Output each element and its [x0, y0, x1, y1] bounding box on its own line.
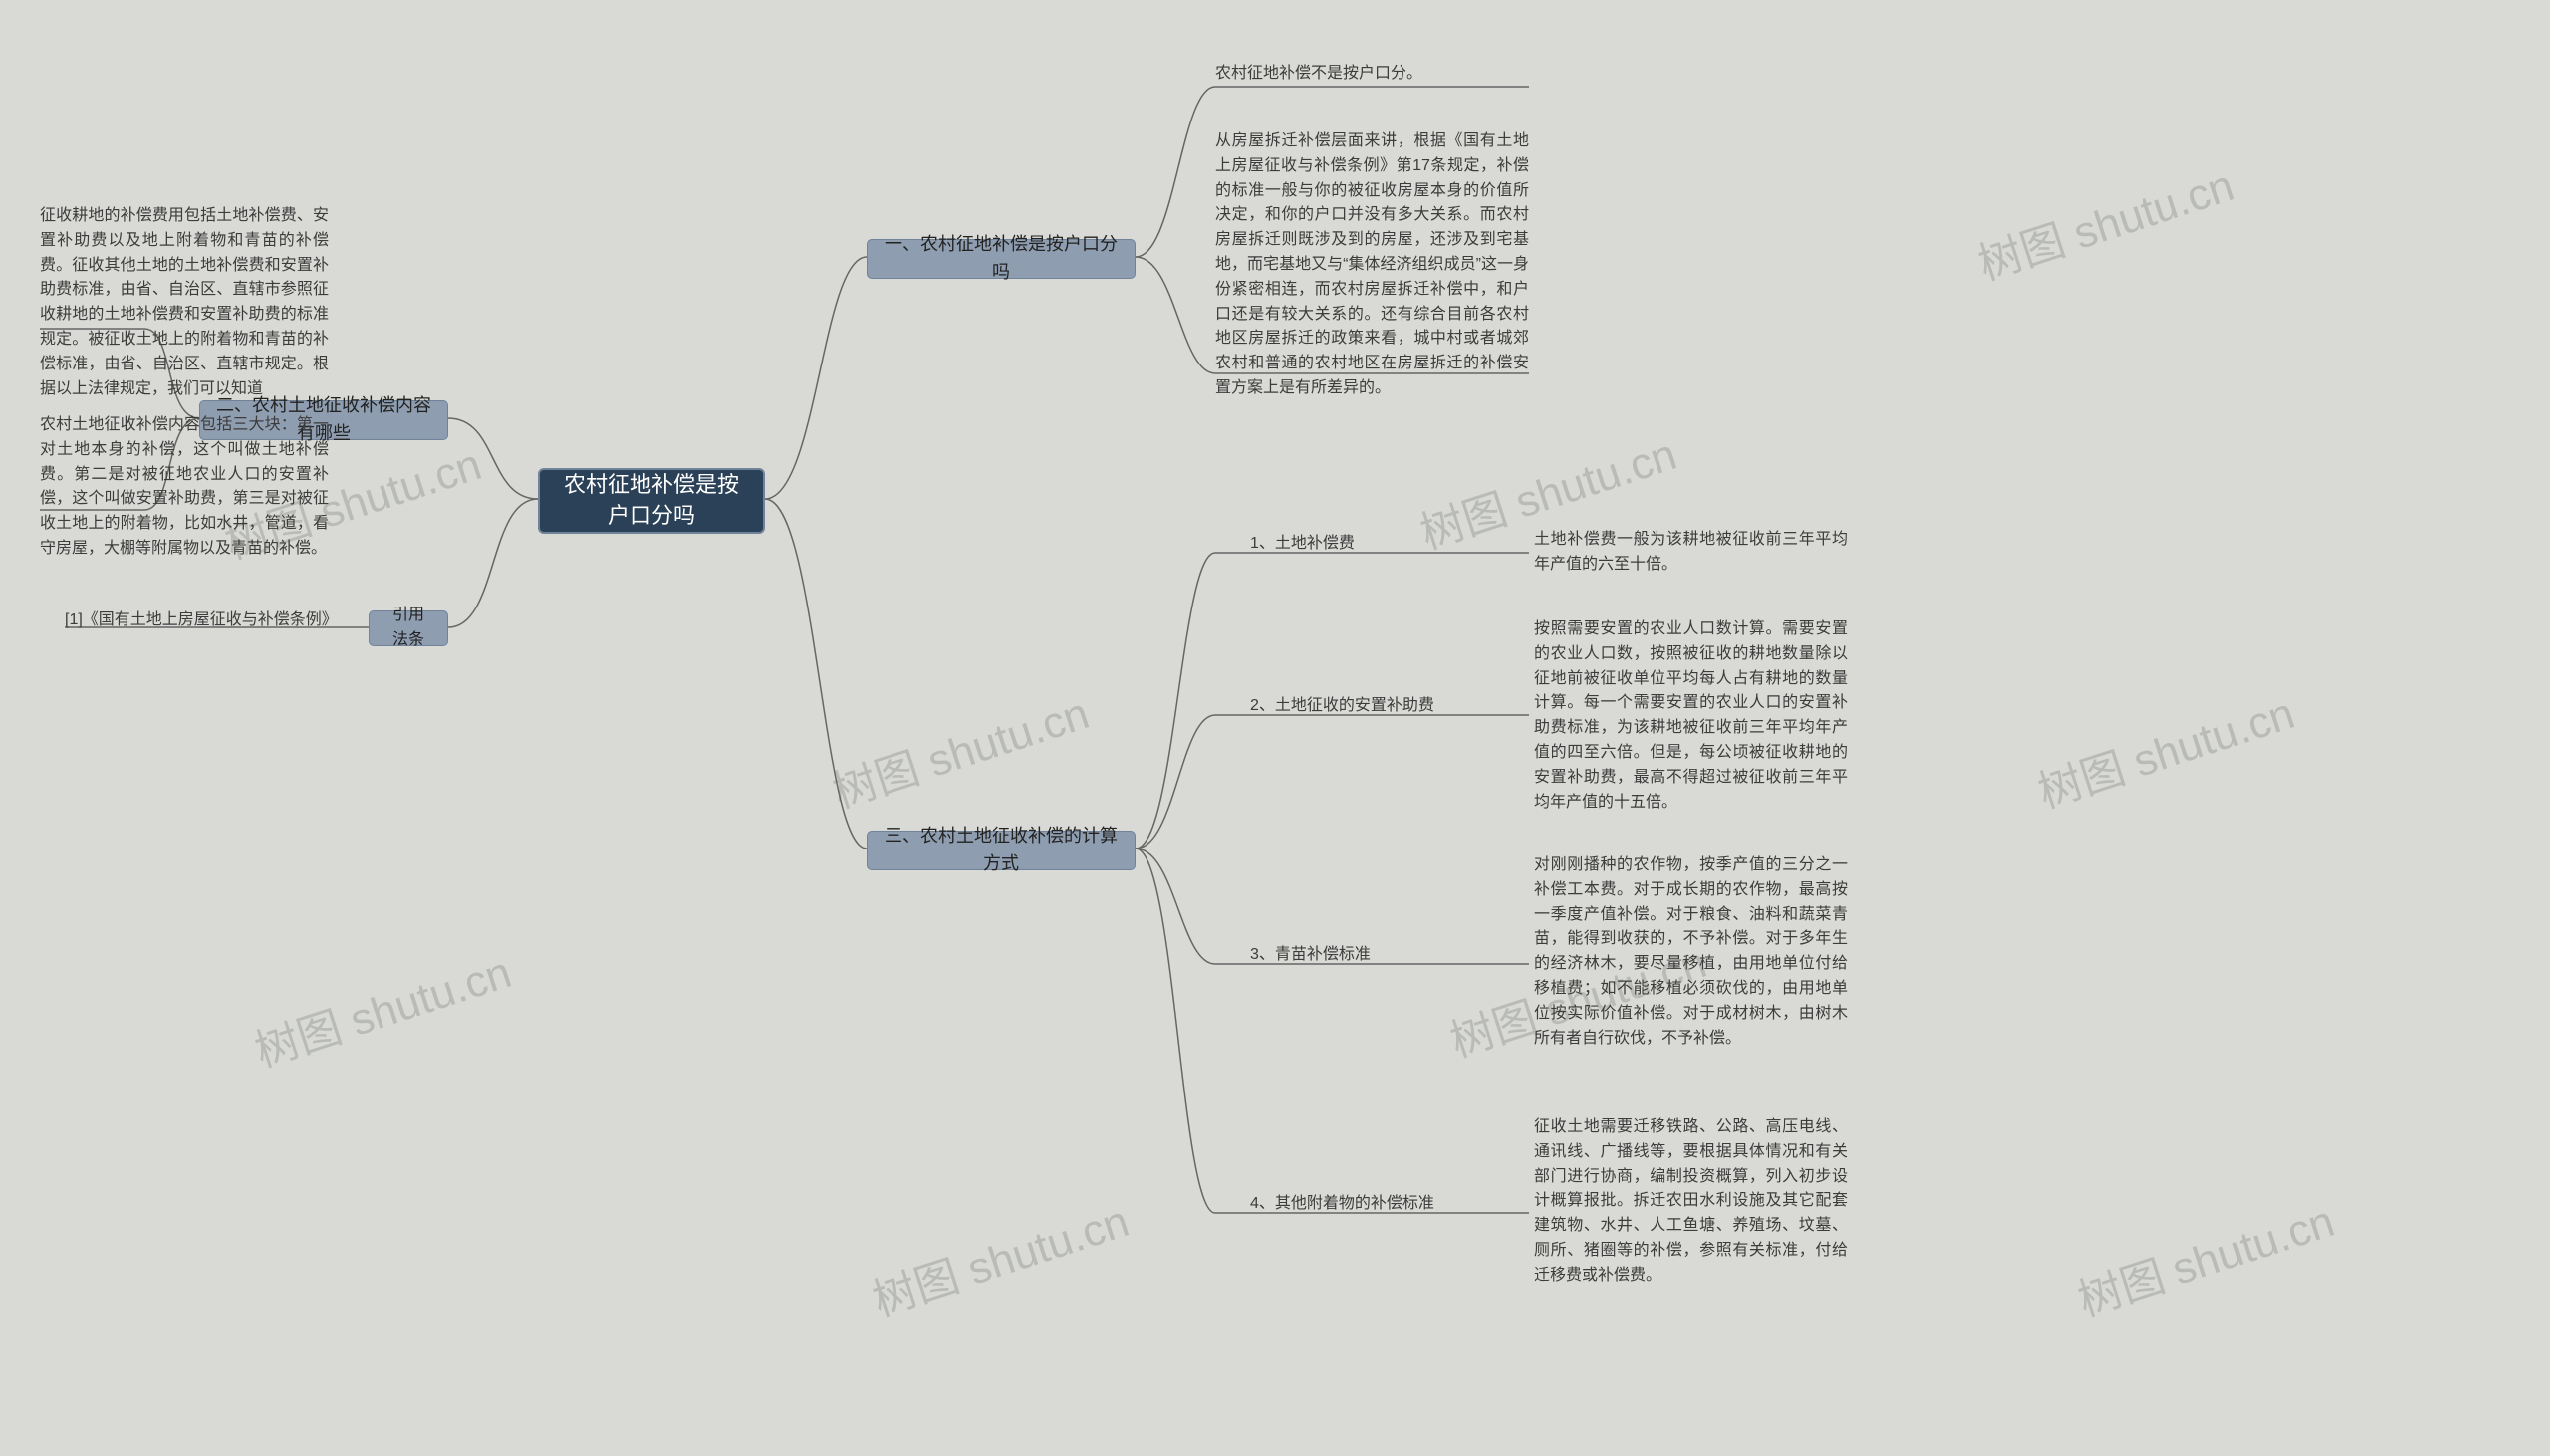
watermark: 树图 shutu.cn	[864, 1185, 1136, 1328]
watermark: 树图 shutu.cn	[1969, 149, 2241, 292]
branch-1-label: 一、农村征地补偿是按户口分吗	[884, 231, 1119, 287]
watermark: 树图 shutu.cn	[246, 936, 518, 1079]
root-title: 农村征地补偿是按户口分吗	[560, 470, 743, 532]
watermark: 树图 shutu.cn	[2069, 1185, 2341, 1328]
mindmap-canvas: 树图 shutu.cn 树图 shutu.cn 树图 shutu.cn 树图 s…	[0, 0, 2550, 1456]
branch-3[interactable]: 三、农村土地征收补偿的计算方式	[867, 831, 1136, 870]
branch-4-label: 引用法条	[385, 604, 431, 653]
watermark: 树图 shutu.cn	[2029, 677, 2301, 820]
branch-3-label: 三、农村土地征收补偿的计算方式	[884, 823, 1119, 878]
branch-2-leaf-2: 农村土地征收补偿内容包括三大块：第一对土地本身的补偿，这个叫做土地补偿费。第二是…	[40, 413, 329, 562]
branch-3-item-1-text: 土地补偿费一般为该耕地被征收前三年平均年产值的六至十倍。	[1534, 528, 1848, 578]
branch-1-leaf-1: 农村征地补偿不是按户口分。	[1215, 62, 1529, 87]
branch-4-leaf-1: [1]《国有土地上房屋征收与补偿条例》	[65, 608, 338, 633]
branch-3-item-4-text: 征收土地需要迁移铁路、公路、高压电线、通讯线、广播线等，要根据具体情况和有关部门…	[1534, 1115, 1848, 1289]
branch-3-item-2-num: 2、土地征收的安置补助费	[1250, 694, 1434, 719]
branch-1[interactable]: 一、农村征地补偿是按户口分吗	[867, 239, 1136, 279]
watermark: 树图 shutu.cn	[824, 677, 1096, 820]
branch-4[interactable]: 引用法条	[369, 610, 448, 646]
branch-3-item-1-num: 1、土地补偿费	[1250, 532, 1355, 557]
branch-2-leaf-1b: 征收耕地的补偿费用包括土地补偿费、安置补助费以及地上附着物和青苗的补偿费。征收其…	[40, 204, 329, 401]
branch-1-leaf-2: 从房屋拆迁补偿层面来讲，根据《国有土地上房屋征收与补偿条例》第17条规定，补偿的…	[1215, 129, 1529, 401]
branch-3-item-3-text: 对刚刚播种的农作物，按季产值的三分之一补偿工本费。对于成长期的农作物，最高按一季…	[1534, 853, 1848, 1051]
branch-3-item-2-text: 按照需要安置的农业人口数计算。需要安置的农业人口数，按照被征收的耕地数量除以征地…	[1534, 617, 1848, 815]
branch-3-item-3-num: 3、青苗补偿标准	[1250, 943, 1371, 968]
root-node[interactable]: 农村征地补偿是按户口分吗	[538, 468, 765, 534]
branch-3-item-4-num: 4、其他附着物的补偿标准	[1250, 1192, 1434, 1217]
